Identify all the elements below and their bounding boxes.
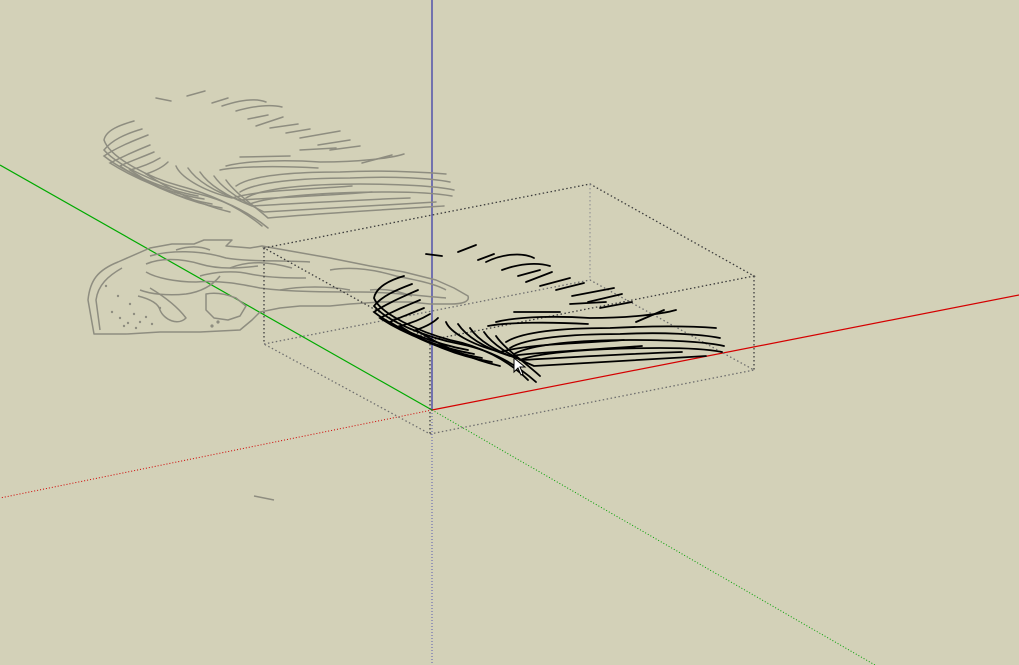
inactive-site-dots: [104, 284, 220, 330]
scene-canvas[interactable]: [0, 0, 1019, 665]
selected-contours[interactable]: [372, 244, 725, 383]
selection-bounding-box[interactable]: [262, 183, 756, 435]
inactive-contours-upper[interactable]: [102, 90, 455, 229]
green-axis: [0, 164, 433, 411]
green-axis-negative: [431, 409, 876, 665]
red-axis-negative: [0, 409, 433, 499]
inactive-site-outline[interactable]: [87, 239, 470, 501]
model-viewport[interactable]: [0, 0, 1019, 665]
